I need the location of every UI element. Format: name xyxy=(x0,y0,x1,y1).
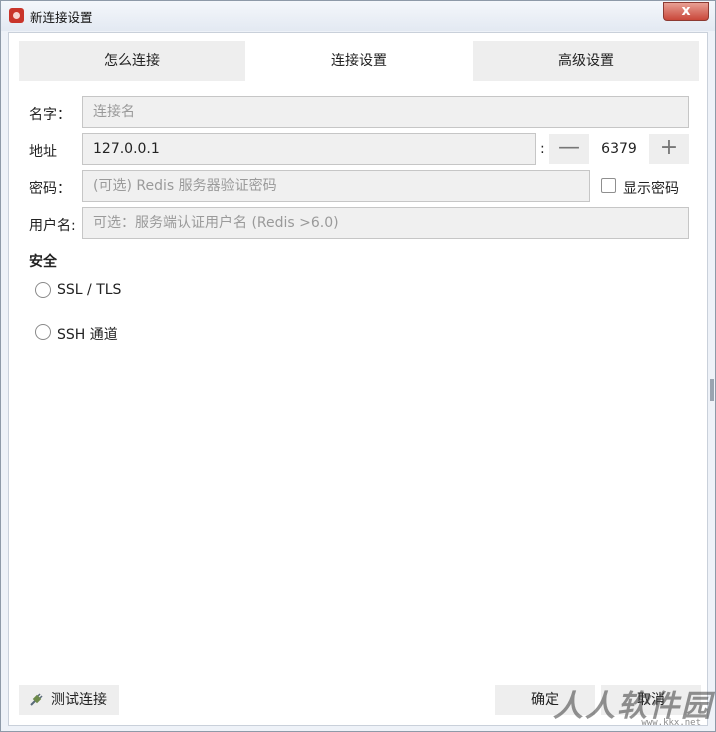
tab-advanced-settings[interactable]: 高级设置 xyxy=(473,41,699,81)
address-label: 地址 xyxy=(29,144,57,160)
ssh-tunnel-radio[interactable] xyxy=(35,324,51,340)
show-password-checkbox[interactable] xyxy=(601,178,616,193)
tab-how-to-connect[interactable]: 怎么连接 xyxy=(19,41,245,81)
redis-app-icon xyxy=(9,8,24,23)
resize-grip[interactable] xyxy=(710,379,714,401)
name-label: 名字： xyxy=(29,107,71,123)
port-input[interactable]: 6379 xyxy=(589,134,649,164)
tab-bar: 怎么连接 连接设置 高级设置 xyxy=(19,41,699,81)
tab-connection-settings[interactable]: 连接设置 xyxy=(245,41,473,81)
security-section-title: 安全 xyxy=(29,254,57,270)
port-increment-button[interactable]: + xyxy=(649,134,689,164)
ssl-tls-label[interactable]: SSL / TLS xyxy=(57,282,121,298)
dialog-window: 新连接设置 x 怎么连接 连接设置 高级设置 名字： 连接名 地址 127.0.… xyxy=(0,0,716,732)
title-bar[interactable]: 新连接设置 x xyxy=(1,1,715,31)
ssl-tls-radio[interactable] xyxy=(35,282,51,298)
password-label: 密码： xyxy=(29,181,71,197)
password-input[interactable]: (可选) Redis 服务器验证密码 xyxy=(82,170,590,202)
show-password-label[interactable]: 显示密码 xyxy=(623,178,679,198)
dialog-content: 怎么连接 连接设置 高级设置 名字： 连接名 地址 127.0.0.1 : — … xyxy=(8,32,708,726)
ssh-tunnel-label[interactable]: SSH 通道 xyxy=(57,324,118,344)
port-decrement-button[interactable]: — xyxy=(549,134,589,164)
ok-button[interactable]: 确定 xyxy=(495,685,595,715)
window-title: 新连接设置 xyxy=(30,10,93,25)
username-label: 用户名: xyxy=(29,218,76,234)
close-button[interactable]: x xyxy=(663,2,709,21)
port-separator: : xyxy=(540,141,545,157)
username-input[interactable]: 可选：服务端认证用户名 (Redis >6.0) xyxy=(82,207,689,239)
cancel-button[interactable]: 取消 xyxy=(601,685,701,715)
address-input[interactable]: 127.0.0.1 xyxy=(82,133,536,165)
test-connection-label: 测试连接 xyxy=(51,692,107,708)
name-input[interactable]: 连接名 xyxy=(82,96,689,128)
test-connection-button[interactable]: 测试连接 xyxy=(19,685,119,715)
plug-icon xyxy=(30,693,43,706)
